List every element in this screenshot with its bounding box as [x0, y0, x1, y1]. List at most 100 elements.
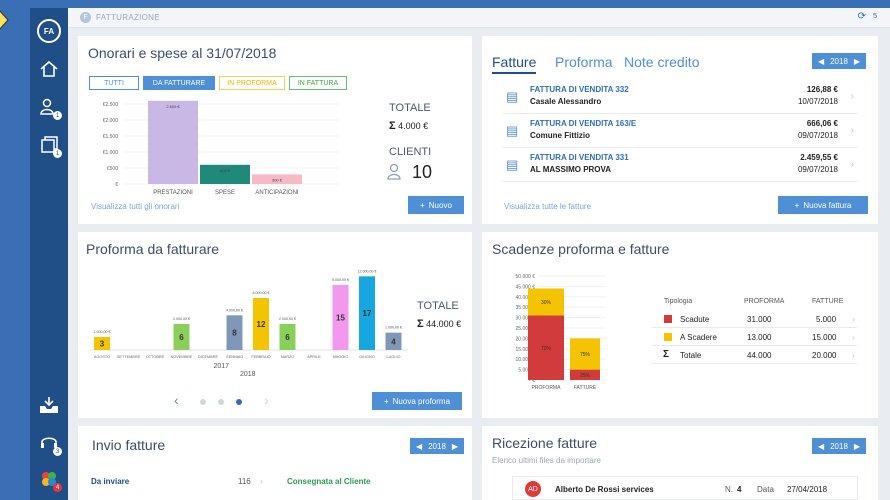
tab-proforma[interactable]: Proforma	[555, 54, 613, 70]
y-tick-label: €2.000	[103, 118, 119, 124]
x-tick-label: PROFORMA	[532, 385, 562, 391]
clienti-label: CLIENTI	[389, 146, 432, 158]
sidebar-avatar[interactable]: FA	[30, 14, 68, 48]
scadenze-header-fatture: FATTURE	[812, 298, 844, 305]
scadute-label: Scadute	[680, 315, 710, 324]
nuova-fattura-button[interactable]: + Nuova fattura	[778, 196, 868, 214]
ricezione-n-value: 4	[737, 485, 742, 494]
fattura-title: FATTURA DI VENDITA 332	[530, 85, 629, 94]
prev-year-icon[interactable]: ◀	[818, 442, 824, 451]
segment-percent-label: 75%	[580, 352, 591, 358]
segment-percent-label: 25%	[580, 373, 591, 379]
x-tick-label: SETTEMBRE	[117, 355, 141, 359]
bar-count-label: 6	[179, 333, 184, 342]
next-year-icon[interactable]: ▶	[452, 442, 458, 451]
invio-year: 2018	[428, 441, 446, 451]
onorari-totale-label: TOTALE	[389, 102, 431, 114]
fattura-date: 09/07/2018	[797, 131, 838, 140]
fatture-link[interactable]: Visualizza tutte le fatture	[504, 202, 591, 211]
onorari-card: Onorari e spese al 31/07/2018 TUTTI DA F…	[78, 36, 472, 224]
scadute-proforma: 31.000	[747, 315, 772, 324]
totale-label: Totale	[680, 351, 702, 360]
filter-da-fatturare[interactable]: DA FATTURARE	[143, 76, 215, 90]
sidebar-item-apps[interactable]: 4	[30, 462, 68, 496]
invio-row-label[interactable]: Da inviare	[91, 477, 129, 486]
sidebar-item-inbox[interactable]	[30, 388, 68, 422]
home-icon	[40, 60, 58, 77]
tab-note-credito[interactable]: Note credito	[624, 54, 699, 70]
tab-fatture[interactable]: Fatture	[492, 54, 537, 74]
ricezione-item[interactable]: AD Alberto De Rossi services N. 4 Data 2…	[512, 476, 858, 500]
invio-year-selector[interactable]: ◀ 2018 ▶	[410, 438, 464, 454]
sidebar-item-clients[interactable]: 1	[30, 90, 68, 124]
data-label: 9.000,00 €	[332, 278, 349, 282]
prev-year-icon[interactable]: ◀	[416, 442, 422, 451]
sync-icon[interactable]: ⟳	[858, 11, 866, 22]
scadenze-chart: 50.000 €45.000 €40.000 €35.000 €30.000 €…	[516, 274, 606, 391]
sidebar-item-home[interactable]	[30, 52, 68, 86]
nuovo-button[interactable]: + Nuovo	[408, 196, 464, 214]
pager-dot-3[interactable]	[236, 399, 242, 405]
proforma-card: Proforma da fatturare AGOSTO 3 1.000,00 € S…	[78, 232, 472, 418]
dashboard: Onorari e spese al 31/07/2018 TUTTI DA F…	[68, 28, 890, 500]
onorari-title: Onorari e spese al 31/07/2018	[88, 45, 277, 61]
next-year-icon[interactable]: ▶	[854, 442, 860, 451]
fattura-title: FATTURA DI VENDITA 331	[530, 153, 629, 162]
x-tick-label: SPESE	[215, 190, 235, 196]
x-tick-label: MAGGIO	[333, 355, 349, 359]
nuova-proforma-button[interactable]: + Nuova proforma	[372, 392, 462, 410]
apps-badge: 4	[53, 483, 62, 492]
prev-year-icon[interactable]: ◀	[818, 57, 824, 66]
scadenze-row-a-scadere[interactable]: A Scadere 13.000 15.000 ›	[652, 328, 857, 346]
filter-in-fattura[interactable]: IN FATTURA	[289, 76, 347, 90]
x-tick-label: ANTICIPAZIONI	[255, 190, 299, 196]
x-tick-label: AGOSTO	[94, 355, 110, 359]
proforma-totale-amount: 44.000 €	[426, 319, 462, 329]
chevron-right-icon: ›	[850, 159, 854, 170]
onorari-link[interactable]: Visualizza tutti gli onorari	[91, 202, 179, 211]
support-badge: 3	[53, 447, 62, 456]
x-tick-label: GIUGNO	[359, 355, 374, 359]
scadenze-row-scadute[interactable]: Scadute 31.000 5.000 ›	[652, 310, 857, 328]
app-title: FATTURAZIONE	[96, 13, 160, 22]
fattura-row[interactable]: ▤ FATTURA DI VENDITA 163/E Comune Fittizio…	[502, 114, 858, 148]
y-tick-label: €1.000	[103, 150, 119, 156]
invio-status[interactable]: Consegnata al Cliente	[287, 477, 371, 486]
fattura-row[interactable]: ▤ FATTURA DI VENDITA 331 AL MASSIMO PROVA 2…	[502, 148, 858, 182]
fatture-year: 2018	[830, 56, 848, 66]
x-tick-label: NOVEMBRE	[171, 355, 193, 359]
chevron-right-icon: ›	[852, 333, 855, 342]
ricezione-year-selector[interactable]: ◀ 2018 ▶	[812, 438, 866, 454]
nuova-fattura-label: Nuova fattura	[803, 200, 852, 210]
sidebar-item-support[interactable]: 3	[30, 426, 68, 460]
pager-prev-icon[interactable]: ‹	[174, 392, 179, 408]
pager-next-icon[interactable]: ›	[264, 392, 269, 408]
fattura-row[interactable]: ▤ FATTURA DI VENDITA 332 Casale Alessandro…	[502, 80, 858, 114]
sidebar: FA 1 1 3 4	[30, 8, 68, 500]
fattura-amount: 126,88 €	[806, 85, 838, 94]
segment-percent-label: 70%	[541, 346, 552, 352]
sidebar-item-documents[interactable]: 1	[30, 128, 68, 162]
fattura-client: AL MASSIMO PROVA	[530, 165, 612, 174]
sender-avatar: AD	[525, 481, 541, 497]
top-bar: F FATTURAZIONE ⟳ 5	[68, 8, 890, 28]
x-tick-label: PRESTAZIONI	[153, 190, 193, 196]
segment-percent-label: 30%	[541, 300, 552, 306]
fatture-year-selector[interactable]: ◀ 2018 ▶	[812, 53, 866, 69]
totale-fatture: 20.000	[812, 351, 837, 360]
ricezione-title: Ricezione fatture	[492, 435, 598, 451]
year-group-label: 2018	[240, 371, 256, 378]
filter-tutti[interactable]: TUTTI	[89, 76, 139, 90]
pager-dot-2[interactable]	[218, 399, 224, 405]
bar-count-label: 17	[363, 309, 372, 318]
pager-dot-1[interactable]	[200, 399, 206, 405]
nuova-proforma-label: Nuova proforma	[392, 396, 451, 406]
nuovo-button-label: Nuovo	[428, 200, 452, 210]
plus-icon: +	[794, 200, 800, 210]
clienti-value: 10	[412, 162, 433, 182]
scadenze-row-totale[interactable]: Σ Totale 44.000 20.000 ›	[652, 346, 857, 364]
sigma-icon: Σ	[663, 349, 670, 360]
y-tick-label: €	[115, 182, 118, 188]
filter-in-proforma[interactable]: IN PROFORMA	[219, 76, 285, 90]
next-year-icon[interactable]: ▶	[854, 57, 860, 66]
